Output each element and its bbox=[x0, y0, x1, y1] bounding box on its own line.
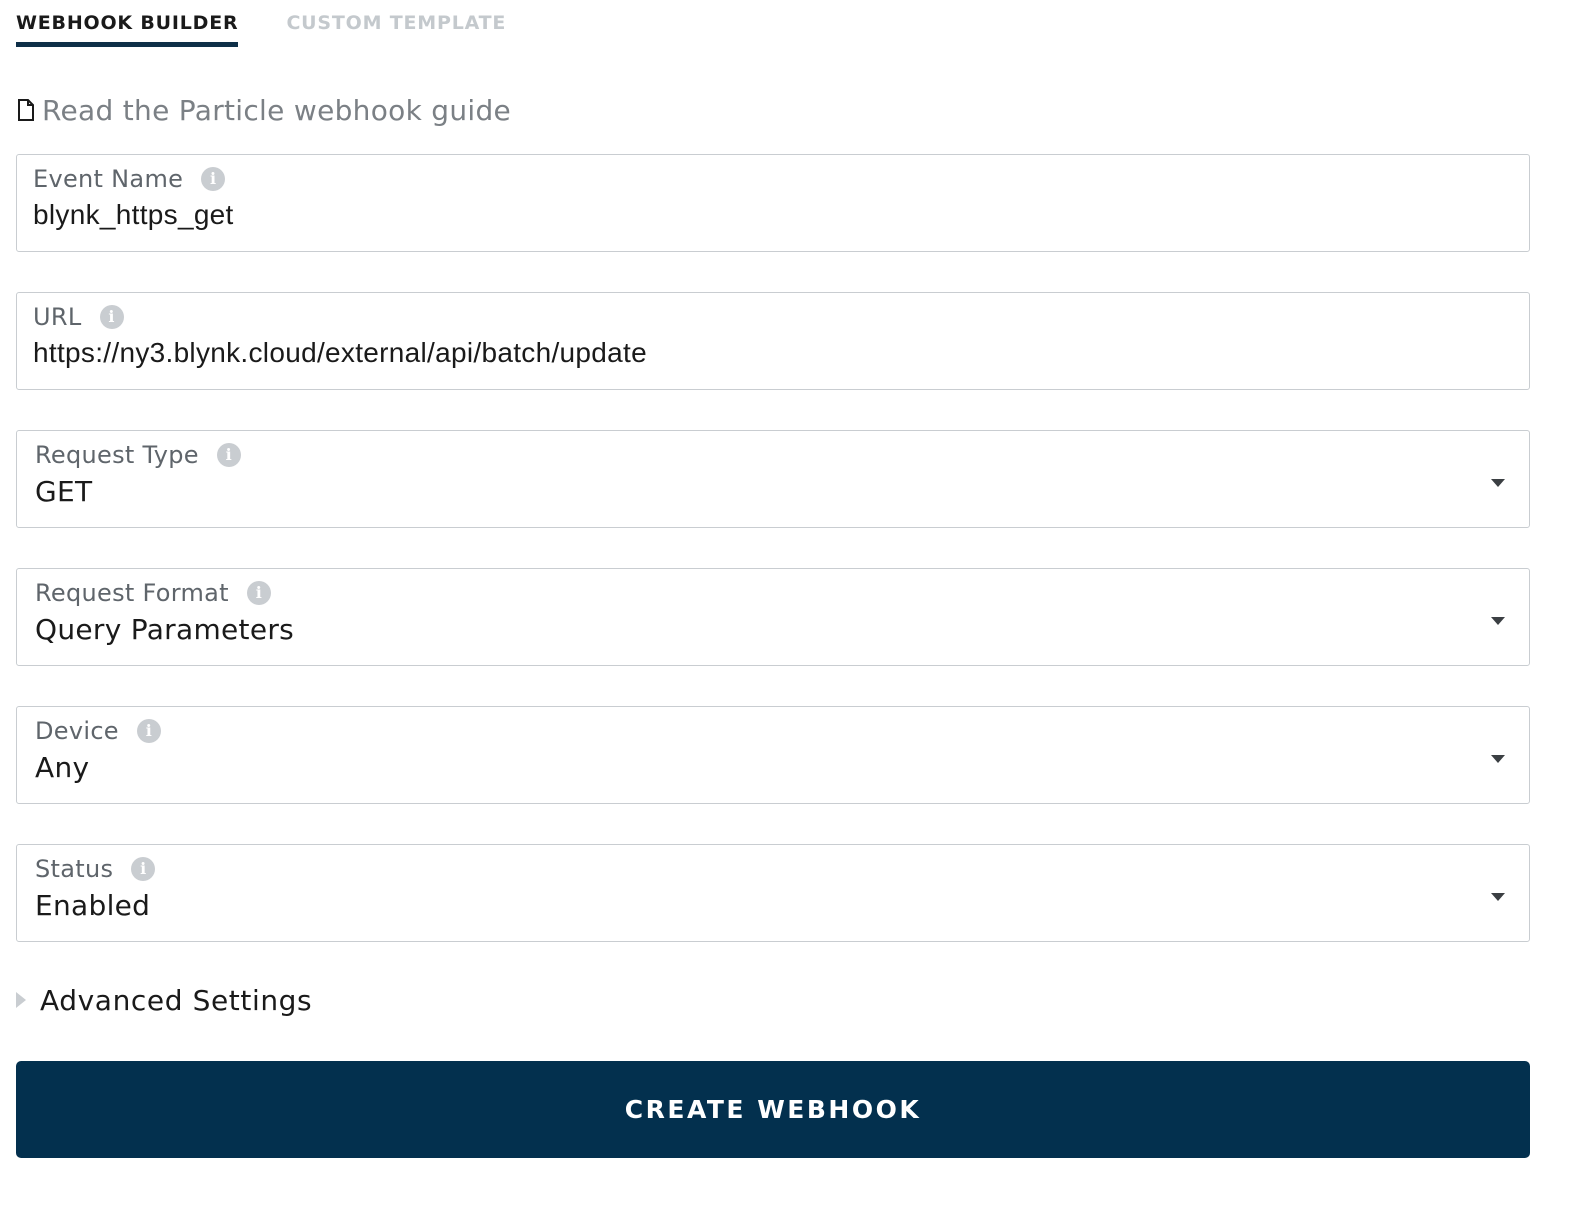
url-field[interactable]: URL i bbox=[16, 292, 1530, 390]
chevron-down-icon bbox=[1491, 893, 1505, 901]
status-select[interactable]: Status i Enabled bbox=[16, 844, 1530, 942]
device-select[interactable]: Device i Any bbox=[16, 706, 1530, 804]
chevron-down-icon bbox=[1491, 755, 1505, 763]
request-type-label: Request Type bbox=[35, 441, 199, 469]
request-format-select[interactable]: Request Format i Query Parameters bbox=[16, 568, 1530, 666]
status-label: Status bbox=[35, 855, 114, 883]
device-label: Device bbox=[35, 717, 119, 745]
create-webhook-button[interactable]: CREATE WEBHOOK bbox=[16, 1061, 1530, 1158]
info-icon[interactable]: i bbox=[131, 857, 156, 881]
webhook-guide-link[interactable]: Read the Particle webhook guide bbox=[16, 90, 511, 130]
request-type-label-row: Request Type i bbox=[35, 441, 241, 469]
webhook-builder-page: WEBHOOK BUILDER CUSTOM TEMPLATE Read the… bbox=[0, 0, 1590, 1214]
device-label-row: Device i bbox=[35, 717, 161, 745]
request-type-select[interactable]: Request Type i GET bbox=[16, 430, 1530, 528]
chevron-down-icon bbox=[1491, 479, 1505, 487]
tab-bar: WEBHOOK BUILDER CUSTOM TEMPLATE bbox=[16, 0, 554, 48]
tab-webhook-builder[interactable]: WEBHOOK BUILDER bbox=[16, 0, 239, 48]
device-value: Any bbox=[35, 751, 90, 784]
webhook-guide-label: Read the Particle webhook guide bbox=[42, 93, 512, 127]
status-value: Enabled bbox=[35, 889, 151, 922]
tab-custom-template[interactable]: CUSTOM TEMPLATE bbox=[286, 0, 506, 48]
info-icon[interactable]: i bbox=[216, 443, 241, 467]
request-format-label: Request Format bbox=[35, 579, 229, 607]
chevron-down-icon bbox=[1491, 617, 1505, 625]
event-name-label: Event Name bbox=[33, 165, 184, 193]
url-label: URL bbox=[33, 303, 82, 331]
request-type-value: GET bbox=[35, 475, 93, 508]
event-name-input[interactable] bbox=[33, 199, 1493, 231]
info-icon[interactable]: i bbox=[136, 719, 161, 743]
status-label-row: Status i bbox=[35, 855, 156, 883]
advanced-settings-toggle[interactable]: Advanced Settings bbox=[16, 980, 312, 1020]
document-icon bbox=[18, 99, 34, 121]
info-icon[interactable]: i bbox=[99, 305, 124, 329]
event-name-field[interactable]: Event Name i bbox=[16, 154, 1530, 252]
chevron-right-icon bbox=[16, 992, 26, 1008]
request-format-label-row: Request Format i bbox=[35, 579, 271, 607]
info-icon[interactable]: i bbox=[246, 581, 271, 605]
info-icon[interactable]: i bbox=[201, 167, 226, 191]
url-input[interactable] bbox=[33, 337, 1493, 369]
request-format-value: Query Parameters bbox=[35, 613, 295, 646]
url-label-row: URL i bbox=[33, 303, 124, 331]
advanced-settings-label: Advanced Settings bbox=[40, 983, 313, 1017]
event-name-label-row: Event Name i bbox=[33, 165, 226, 193]
